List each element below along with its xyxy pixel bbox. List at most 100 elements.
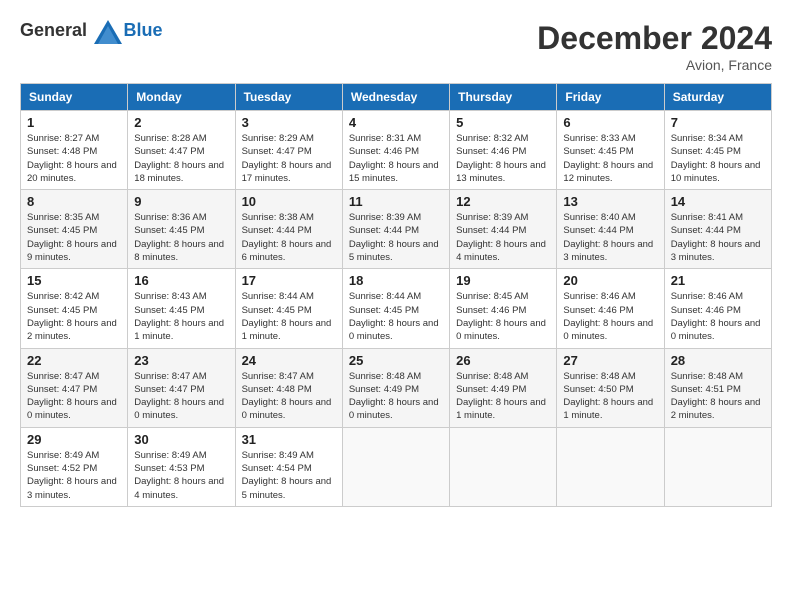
day-number: 5	[456, 115, 550, 130]
day-number: 17	[242, 273, 336, 288]
logo-blue-text: Blue	[124, 20, 163, 40]
day-info: Sunrise: 8:42 AM Sunset: 4:45 PM Dayligh…	[27, 290, 121, 343]
day-info: Sunrise: 8:47 AM Sunset: 4:47 PM Dayligh…	[134, 370, 228, 423]
day-info: Sunrise: 8:44 AM Sunset: 4:45 PM Dayligh…	[349, 290, 443, 343]
day-info: Sunrise: 8:48 AM Sunset: 4:51 PM Dayligh…	[671, 370, 765, 423]
location-title: Avion, France	[537, 57, 772, 73]
day-number: 3	[242, 115, 336, 130]
day-info: Sunrise: 8:38 AM Sunset: 4:44 PM Dayligh…	[242, 211, 336, 264]
calendar-cell: 21 Sunrise: 8:46 AM Sunset: 4:46 PM Dayl…	[664, 269, 771, 348]
calendar-table: Sunday Monday Tuesday Wednesday Thursday…	[20, 83, 772, 507]
calendar-cell: 4 Sunrise: 8:31 AM Sunset: 4:46 PM Dayli…	[342, 111, 449, 190]
day-number: 28	[671, 353, 765, 368]
calendar-cell: 5 Sunrise: 8:32 AM Sunset: 4:46 PM Dayli…	[450, 111, 557, 190]
calendar-cell: 19 Sunrise: 8:45 AM Sunset: 4:46 PM Dayl…	[450, 269, 557, 348]
month-title: December 2024	[537, 20, 772, 57]
logo: General Blue	[20, 20, 163, 44]
calendar-cell: 18 Sunrise: 8:44 AM Sunset: 4:45 PM Dayl…	[342, 269, 449, 348]
day-info: Sunrise: 8:35 AM Sunset: 4:45 PM Dayligh…	[27, 211, 121, 264]
day-number: 7	[671, 115, 765, 130]
calendar-cell: 31 Sunrise: 8:49 AM Sunset: 4:54 PM Dayl…	[235, 427, 342, 506]
calendar-cell: 25 Sunrise: 8:48 AM Sunset: 4:49 PM Dayl…	[342, 348, 449, 427]
calendar-cell: 22 Sunrise: 8:47 AM Sunset: 4:47 PM Dayl…	[21, 348, 128, 427]
col-saturday: Saturday	[664, 84, 771, 111]
col-tuesday: Tuesday	[235, 84, 342, 111]
page-header: General Blue December 2024 Avion, France	[20, 20, 772, 73]
day-number: 14	[671, 194, 765, 209]
calendar-cell: 8 Sunrise: 8:35 AM Sunset: 4:45 PM Dayli…	[21, 190, 128, 269]
calendar-cell: 9 Sunrise: 8:36 AM Sunset: 4:45 PM Dayli…	[128, 190, 235, 269]
calendar-cell	[557, 427, 664, 506]
day-info: Sunrise: 8:41 AM Sunset: 4:44 PM Dayligh…	[671, 211, 765, 264]
calendar-cell: 3 Sunrise: 8:29 AM Sunset: 4:47 PM Dayli…	[235, 111, 342, 190]
day-number: 21	[671, 273, 765, 288]
week-row-1: 1 Sunrise: 8:27 AM Sunset: 4:48 PM Dayli…	[21, 111, 772, 190]
day-info: Sunrise: 8:28 AM Sunset: 4:47 PM Dayligh…	[134, 132, 228, 185]
calendar-cell	[342, 427, 449, 506]
day-info: Sunrise: 8:39 AM Sunset: 4:44 PM Dayligh…	[456, 211, 550, 264]
week-row-3: 15 Sunrise: 8:42 AM Sunset: 4:45 PM Dayl…	[21, 269, 772, 348]
day-info: Sunrise: 8:46 AM Sunset: 4:46 PM Dayligh…	[671, 290, 765, 343]
calendar-cell: 20 Sunrise: 8:46 AM Sunset: 4:46 PM Dayl…	[557, 269, 664, 348]
day-number: 10	[242, 194, 336, 209]
day-info: Sunrise: 8:48 AM Sunset: 4:50 PM Dayligh…	[563, 370, 657, 423]
calendar-header-row: Sunday Monday Tuesday Wednesday Thursday…	[21, 84, 772, 111]
day-number: 25	[349, 353, 443, 368]
day-number: 18	[349, 273, 443, 288]
calendar-cell: 10 Sunrise: 8:38 AM Sunset: 4:44 PM Dayl…	[235, 190, 342, 269]
week-row-2: 8 Sunrise: 8:35 AM Sunset: 4:45 PM Dayli…	[21, 190, 772, 269]
day-number: 27	[563, 353, 657, 368]
day-number: 29	[27, 432, 121, 447]
day-info: Sunrise: 8:31 AM Sunset: 4:46 PM Dayligh…	[349, 132, 443, 185]
day-number: 15	[27, 273, 121, 288]
day-info: Sunrise: 8:44 AM Sunset: 4:45 PM Dayligh…	[242, 290, 336, 343]
day-number: 12	[456, 194, 550, 209]
day-info: Sunrise: 8:46 AM Sunset: 4:46 PM Dayligh…	[563, 290, 657, 343]
day-number: 30	[134, 432, 228, 447]
calendar-cell: 7 Sunrise: 8:34 AM Sunset: 4:45 PM Dayli…	[664, 111, 771, 190]
calendar-cell: 29 Sunrise: 8:49 AM Sunset: 4:52 PM Dayl…	[21, 427, 128, 506]
day-number: 13	[563, 194, 657, 209]
title-block: December 2024 Avion, France	[537, 20, 772, 73]
calendar-cell: 12 Sunrise: 8:39 AM Sunset: 4:44 PM Dayl…	[450, 190, 557, 269]
calendar-cell: 16 Sunrise: 8:43 AM Sunset: 4:45 PM Dayl…	[128, 269, 235, 348]
day-info: Sunrise: 8:36 AM Sunset: 4:45 PM Dayligh…	[134, 211, 228, 264]
day-info: Sunrise: 8:49 AM Sunset: 4:54 PM Dayligh…	[242, 449, 336, 502]
week-row-4: 22 Sunrise: 8:47 AM Sunset: 4:47 PM Dayl…	[21, 348, 772, 427]
day-number: 8	[27, 194, 121, 209]
day-number: 23	[134, 353, 228, 368]
day-number: 11	[349, 194, 443, 209]
day-number: 16	[134, 273, 228, 288]
day-number: 9	[134, 194, 228, 209]
calendar-cell	[664, 427, 771, 506]
day-number: 19	[456, 273, 550, 288]
day-info: Sunrise: 8:47 AM Sunset: 4:47 PM Dayligh…	[27, 370, 121, 423]
day-info: Sunrise: 8:33 AM Sunset: 4:45 PM Dayligh…	[563, 132, 657, 185]
day-number: 4	[349, 115, 443, 130]
logo-text: General	[20, 20, 87, 40]
day-number: 31	[242, 432, 336, 447]
day-number: 24	[242, 353, 336, 368]
calendar-cell: 13 Sunrise: 8:40 AM Sunset: 4:44 PM Dayl…	[557, 190, 664, 269]
col-thursday: Thursday	[450, 84, 557, 111]
calendar-cell: 1 Sunrise: 8:27 AM Sunset: 4:48 PM Dayli…	[21, 111, 128, 190]
calendar-cell: 27 Sunrise: 8:48 AM Sunset: 4:50 PM Dayl…	[557, 348, 664, 427]
calendar-cell: 30 Sunrise: 8:49 AM Sunset: 4:53 PM Dayl…	[128, 427, 235, 506]
calendar-cell: 11 Sunrise: 8:39 AM Sunset: 4:44 PM Dayl…	[342, 190, 449, 269]
calendar-cell: 17 Sunrise: 8:44 AM Sunset: 4:45 PM Dayl…	[235, 269, 342, 348]
day-info: Sunrise: 8:49 AM Sunset: 4:52 PM Dayligh…	[27, 449, 121, 502]
day-number: 20	[563, 273, 657, 288]
day-info: Sunrise: 8:39 AM Sunset: 4:44 PM Dayligh…	[349, 211, 443, 264]
day-info: Sunrise: 8:27 AM Sunset: 4:48 PM Dayligh…	[27, 132, 121, 185]
col-monday: Monday	[128, 84, 235, 111]
calendar-cell: 14 Sunrise: 8:41 AM Sunset: 4:44 PM Dayl…	[664, 190, 771, 269]
day-info: Sunrise: 8:48 AM Sunset: 4:49 PM Dayligh…	[349, 370, 443, 423]
day-info: Sunrise: 8:43 AM Sunset: 4:45 PM Dayligh…	[134, 290, 228, 343]
calendar-cell: 26 Sunrise: 8:48 AM Sunset: 4:49 PM Dayl…	[450, 348, 557, 427]
week-row-5: 29 Sunrise: 8:49 AM Sunset: 4:52 PM Dayl…	[21, 427, 772, 506]
col-sunday: Sunday	[21, 84, 128, 111]
logo-icon	[94, 20, 122, 44]
col-wednesday: Wednesday	[342, 84, 449, 111]
calendar-cell: 2 Sunrise: 8:28 AM Sunset: 4:47 PM Dayli…	[128, 111, 235, 190]
day-number: 1	[27, 115, 121, 130]
